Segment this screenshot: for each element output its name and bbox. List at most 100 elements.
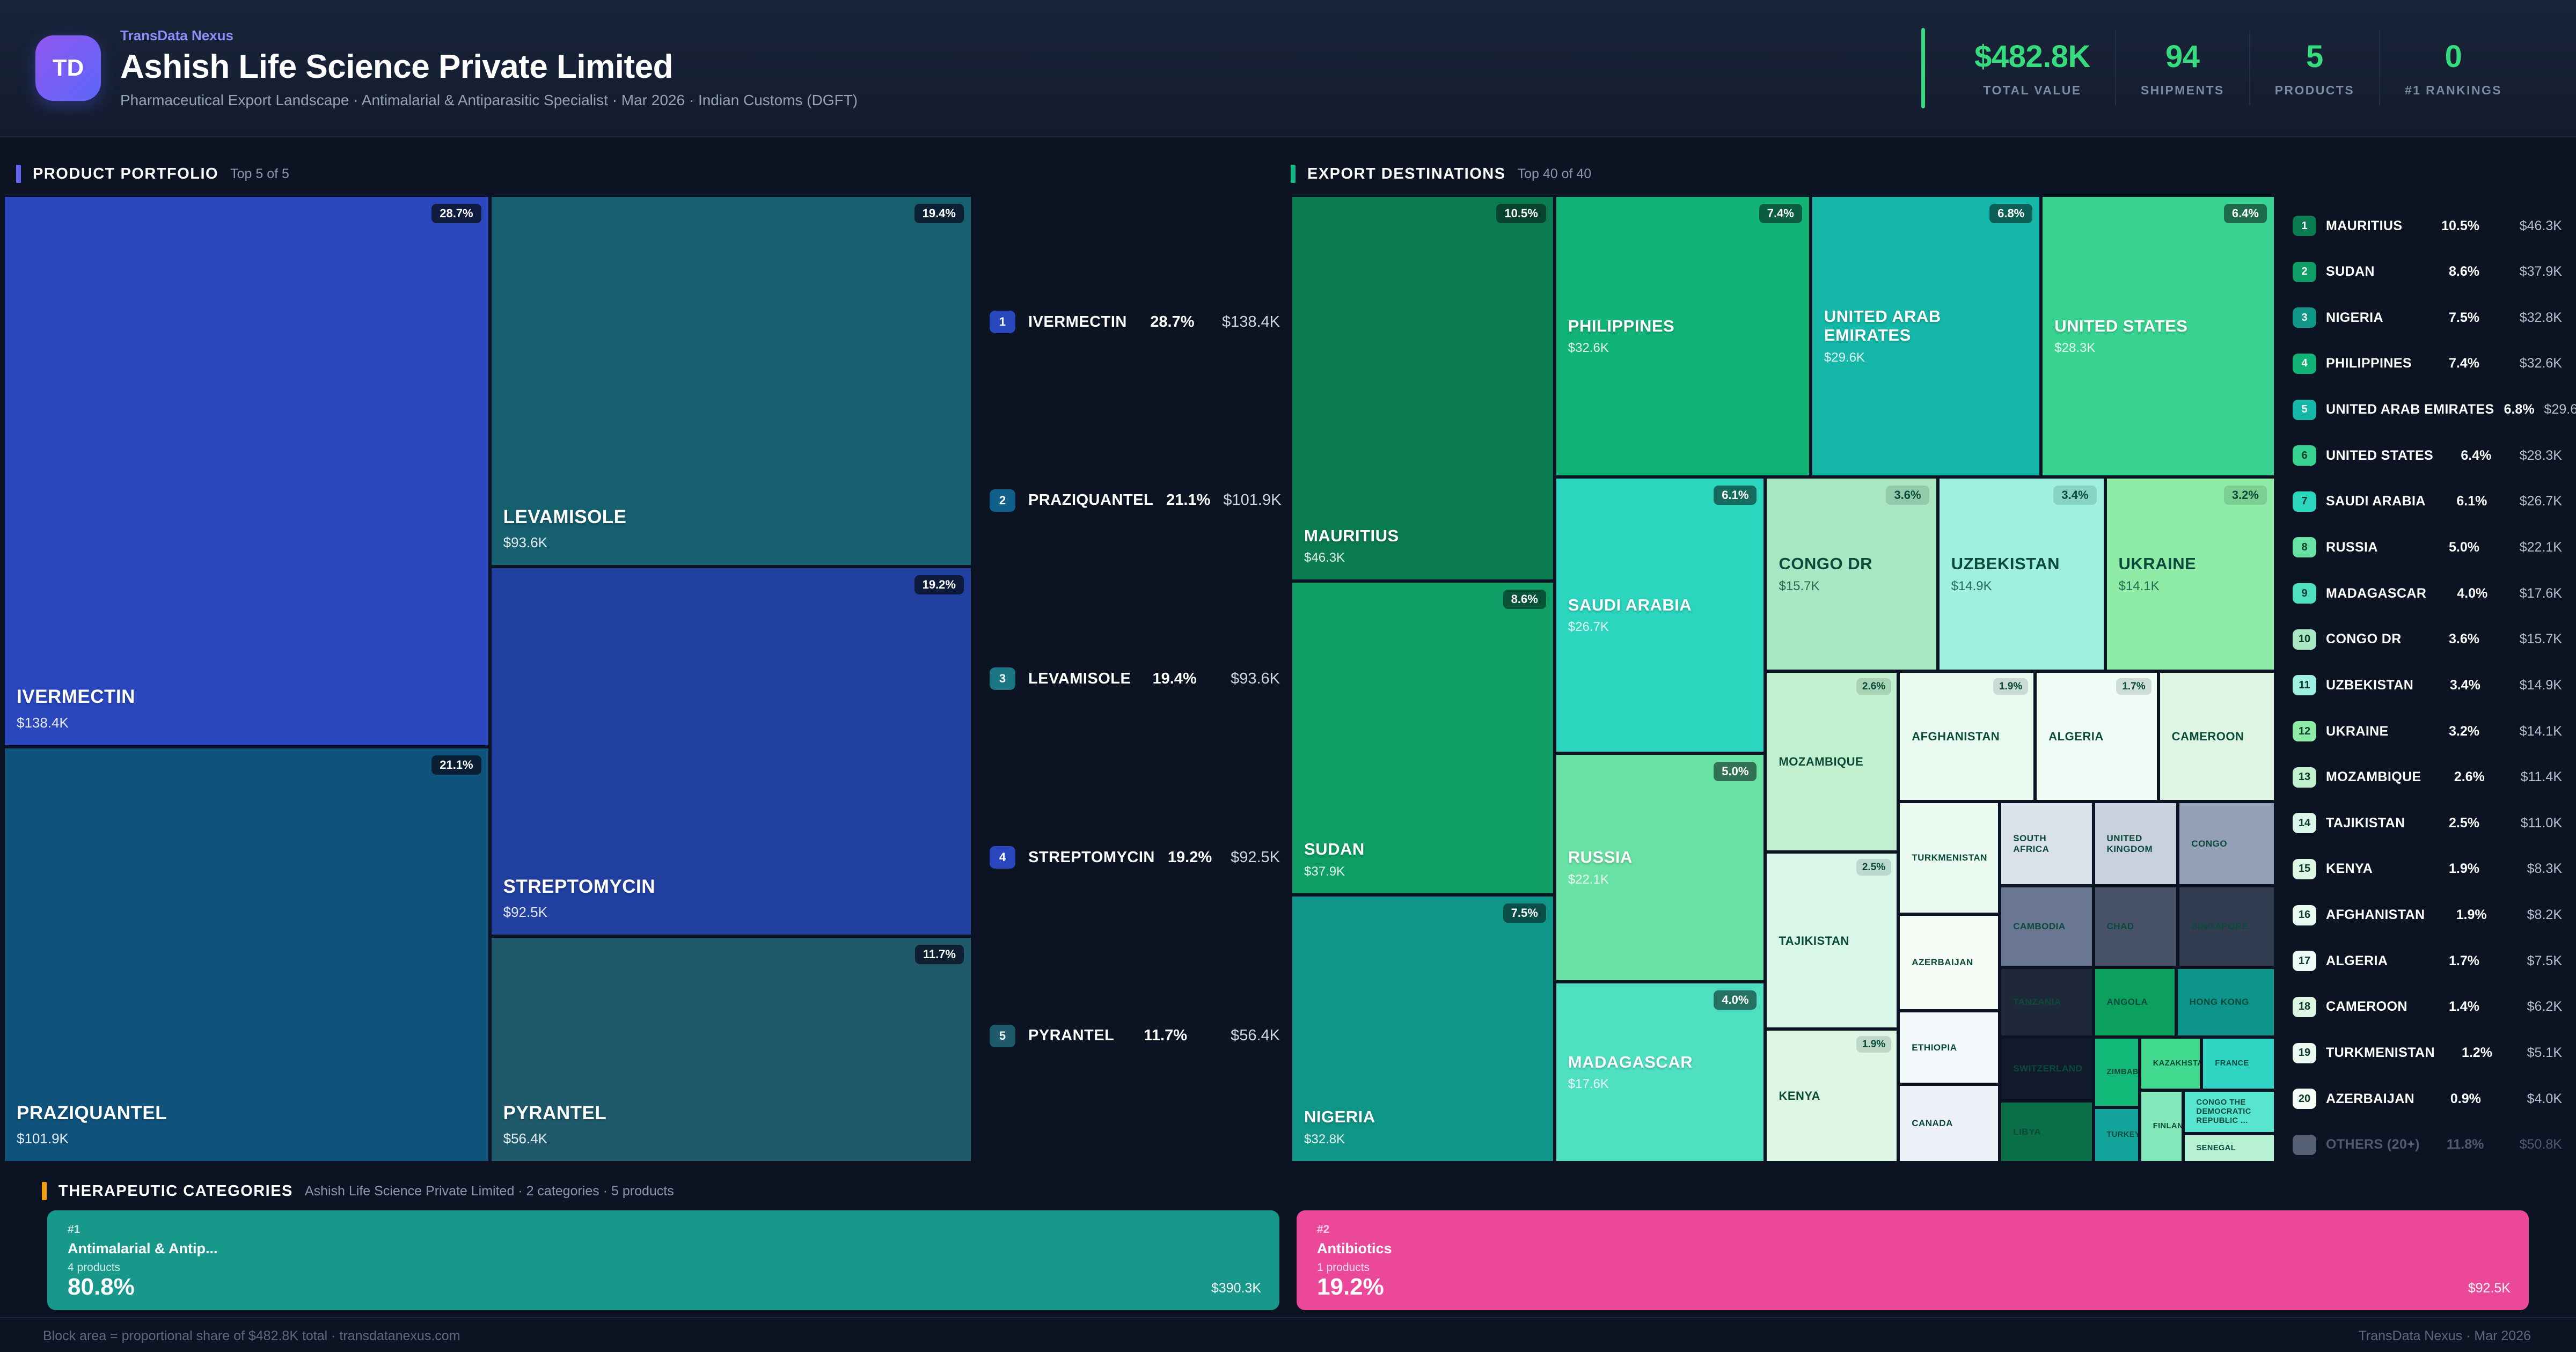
- therapeutic-categories: #1 Antimalarial & Antip... 4 products 80.8%…: [47, 1210, 2529, 1310]
- category-card[interactable]: #2 Antibiotics 1 products 19.2% $92.5K: [1297, 1210, 2529, 1310]
- country-value: $8.2K: [2527, 907, 2562, 923]
- export-treemap-block[interactable]: FINLAND: [2139, 1090, 2183, 1163]
- export-treemap-block[interactable]: 2.5% TAJIKISTAN: [1765, 852, 1899, 1030]
- rank-badge: 4: [990, 846, 1015, 869]
- export-treemap-block[interactable]: 2.6% MOZAMBIQUE: [1765, 671, 1899, 853]
- export-treemap-block[interactable]: LIBYA: [2000, 1100, 2094, 1163]
- export-treemap-block[interactable]: 7.4% PHILIPPINES $32.6K: [1554, 195, 1811, 477]
- export-treemap-block[interactable]: 1.7% ALGERIA: [2035, 671, 2158, 802]
- export-treemap-block[interactable]: FRANCE: [2201, 1037, 2275, 1090]
- block-value: $93.6K: [503, 534, 548, 551]
- product-treemap-block[interactable]: 19.4% LEVAMISOLE $93.6K: [489, 195, 972, 567]
- ranking-row: 9 MADAGASCAR 4.0% $17.6K: [2293, 583, 2562, 604]
- ranking-row: 11 UZBEKISTAN 3.4% $14.9K: [2293, 675, 2562, 696]
- product-name: STREPTOMYCIN: [1028, 848, 1155, 866]
- country-name: SUDAN: [2326, 264, 2375, 280]
- ranking-row: 5 UNITED ARAB EMIRATES 6.8% $29.6K: [2293, 399, 2576, 420]
- export-treemap-block[interactable]: SENEGAL: [2183, 1133, 2275, 1163]
- country-share: 7.4%: [2449, 356, 2479, 371]
- rank-badge: 5: [2293, 399, 2316, 420]
- percent-badge: 28.7%: [431, 204, 481, 223]
- export-treemap-block[interactable]: AZERBAIJAN: [1898, 914, 2000, 1011]
- export-treemap-block[interactable]: 3.2% UKRAINE $14.1K: [2105, 476, 2275, 672]
- export-treemap-block[interactable]: 3.4% UZBEKISTAN $14.9K: [1937, 476, 2105, 672]
- categories-accent-bar: [42, 1182, 47, 1200]
- rank-badge: 1: [2293, 216, 2316, 236]
- product-treemap-block[interactable]: 28.7% IVERMECTIN $138.4K: [3, 195, 490, 747]
- block-value: $56.4K: [503, 1130, 548, 1147]
- country-value: $15.7K: [2519, 631, 2562, 647]
- product-share: 21.1%: [1166, 491, 1211, 509]
- export-treemap-block[interactable]: HONG KONG: [2176, 967, 2275, 1037]
- export-treemap-block[interactable]: 4.0% MADAGASCAR $17.6K: [1554, 981, 1766, 1163]
- export-treemap-block[interactable]: CHAD: [2093, 886, 2178, 967]
- export-treemap-block[interactable]: UNITED KINGDOM: [2093, 802, 2178, 886]
- export-treemap-block[interactable]: SINGAPORE: [2178, 886, 2275, 967]
- exports-section-subtitle: Top 40 of 40: [1517, 166, 1592, 181]
- export-treemap-block[interactable]: 1.9% AFGHANISTAN: [1898, 671, 2036, 802]
- export-treemap-block[interactable]: 1.9% KENYA: [1765, 1029, 1899, 1163]
- product-treemap-block[interactable]: 19.2% STREPTOMYCIN $92.5K: [489, 567, 972, 937]
- export-treemap-block[interactable]: CANADA: [1898, 1084, 2000, 1163]
- block-label: SUDAN: [1304, 839, 1365, 858]
- export-treemap-block[interactable]: 5.0% RUSSIA $22.1K: [1554, 753, 1766, 982]
- block-label: STREPTOMYCIN: [503, 876, 656, 897]
- block-value: $17.6K: [1568, 1077, 1609, 1092]
- header-identity: TD TransData Nexus Ashish Life Science P…: [35, 27, 858, 109]
- export-treemap-block[interactable]: TANZANIA: [2000, 967, 2094, 1037]
- export-treemap-block[interactable]: 8.6% SUDAN $37.9K: [1291, 581, 1555, 895]
- export-treemap-block[interactable]: SOUTH AFRICA: [2000, 802, 2094, 886]
- export-treemap-block[interactable]: SWITZERLAND: [2000, 1037, 2094, 1101]
- ranking-row: 4 PHILIPPINES 7.4% $32.6K: [2293, 353, 2562, 374]
- product-treemap-block[interactable]: 21.1% PRAZIQUANTEL $101.9K: [3, 746, 490, 1163]
- export-treemap-block[interactable]: TURKMENISTAN: [1898, 802, 2000, 914]
- export-treemap-block[interactable]: 6.1% SAUDI ARABIA $26.7K: [1554, 476, 1766, 754]
- export-treemap-block[interactable]: ZIMBABWE: [2093, 1037, 2140, 1108]
- percent-badge: 11.7%: [914, 945, 964, 965]
- export-treemap-block[interactable]: 3.6% CONGO DR $15.7K: [1765, 476, 1938, 672]
- country-name: UNITED STATES: [2326, 447, 2434, 463]
- product-share: 19.4%: [1152, 670, 1197, 687]
- category-card[interactable]: #1 Antimalarial & Antip... 4 products 80.8%…: [47, 1210, 1279, 1310]
- export-treemap-block[interactable]: 6.8% UNITED ARAB EMIRATES $29.6K: [1810, 195, 2041, 477]
- ranking-row: 20 AZERBAIJAN 0.9% $4.0K: [2293, 1089, 2562, 1109]
- block-label: FINLAND: [2153, 1122, 2183, 1131]
- rank-badge: 14: [2293, 813, 2316, 834]
- export-treemap-block[interactable]: 10.5% MAURITIUS $46.3K: [1291, 195, 1555, 582]
- country-name: SAUDI ARABIA: [2326, 494, 2426, 509]
- category-value: $390.3K: [1211, 1281, 1261, 1296]
- block-label: ETHIOPIA: [1912, 1042, 1957, 1053]
- percent-badge: 6.1%: [1714, 485, 1757, 505]
- percent-badge: 2.5%: [1856, 859, 1892, 876]
- country-value: $37.9K: [2519, 264, 2562, 280]
- export-treemap-block[interactable]: CAMBODIA: [2000, 886, 2094, 967]
- block-label: UNITED ARAB EMIRATES: [1824, 306, 1941, 345]
- product-name: PRAZIQUANTEL: [1028, 491, 1154, 509]
- export-treemap-block[interactable]: ETHIOPIA: [1898, 1010, 2000, 1084]
- export-treemap-block[interactable]: CONGO: [2178, 802, 2275, 886]
- percent-badge: 10.5%: [1496, 204, 1546, 223]
- export-treemap-block[interactable]: 6.4% UNITED STATES $28.3K: [2041, 195, 2275, 477]
- export-treemap-block[interactable]: ANGOLA: [2093, 967, 2176, 1037]
- rank-badge: 9: [2293, 583, 2316, 604]
- export-treemap-block[interactable]: TURKEY: [2093, 1107, 2140, 1163]
- export-treemap-block[interactable]: 7.5% NIGERIA $32.8K: [1291, 894, 1555, 1163]
- block-label: PYRANTEL: [503, 1102, 607, 1123]
- rank-badge: 6: [2293, 445, 2316, 466]
- export-treemap-block[interactable]: CAMEROON: [2158, 671, 2275, 802]
- exports-section-title: EXPORT DESTINATIONS: [1307, 165, 1506, 182]
- footer-note: Block area = proportional share of $482.…: [43, 1328, 460, 1343]
- header-text: TransData Nexus Ashish Life Science Priv…: [120, 27, 858, 109]
- country-value: $46.3K: [2519, 218, 2562, 233]
- export-treemap-block[interactable]: CONGO THE DEMOCRATIC REPUBLIC ...: [2183, 1090, 2275, 1134]
- export-treemap-block[interactable]: KAZAKHSTAN: [2139, 1037, 2202, 1090]
- header: TD TransData Nexus Ashish Life Science P…: [0, 0, 2576, 137]
- block-label: MADAGASCAR: [1568, 1052, 1693, 1071]
- stat-value: 94: [2165, 39, 2200, 74]
- country-name: TURKMENISTAN: [2326, 1045, 2435, 1061]
- product-treemap-block[interactable]: 11.7% PYRANTEL $56.4K: [489, 936, 972, 1163]
- stat-block: 5 PRODUCTS: [2250, 39, 2379, 98]
- block-label: SENEGAL: [2196, 1143, 2236, 1152]
- page-title: Ashish Life Science Private Limited: [120, 48, 673, 85]
- country-share: 1.9%: [2456, 907, 2487, 923]
